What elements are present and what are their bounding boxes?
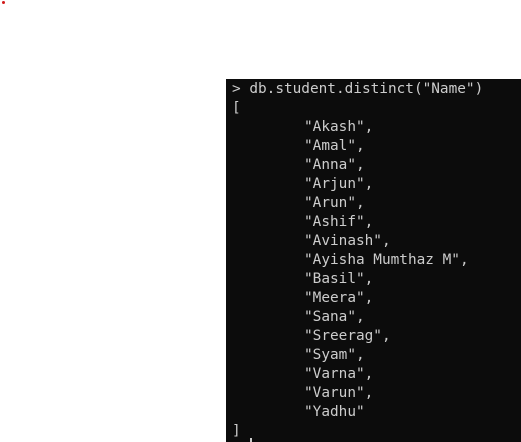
command-line: > db.student.distinct("Name")	[232, 81, 484, 97]
output-item: "Varun",	[304, 385, 374, 401]
output-item: "Meera",	[304, 290, 374, 306]
output-item: "Ashif",	[304, 214, 374, 230]
output-item: "Anna",	[304, 157, 365, 173]
text-cursor	[250, 438, 252, 442]
output-item: "Yadhu"	[304, 404, 365, 420]
output-item: "Arun",	[304, 195, 365, 211]
close-bracket: ]	[232, 423, 241, 439]
output-item: "Akash",	[304, 119, 374, 135]
output-item: "Amal",	[304, 138, 365, 154]
terminal-window[interactable]: > db.student.distinct("Name") [ "Akash",…	[226, 79, 521, 442]
open-bracket: [	[232, 100, 241, 116]
marker-dot	[2, 1, 5, 4]
output-item: "Syam",	[304, 347, 365, 363]
output-item: "Avinash",	[304, 233, 391, 249]
output-item: "Varna",	[304, 366, 374, 382]
output-item: "Sreerag",	[304, 328, 391, 344]
output-item: "Ayisha Mumthaz M",	[304, 252, 469, 268]
output-item: "Sana",	[304, 309, 365, 325]
output-item: "Arjun",	[304, 176, 374, 192]
output-item: "Basil",	[304, 271, 374, 287]
